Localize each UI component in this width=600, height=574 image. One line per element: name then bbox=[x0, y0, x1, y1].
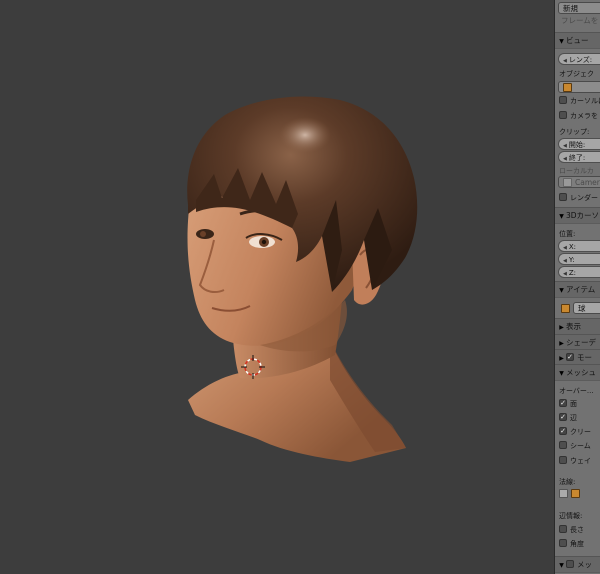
vertex-normal-icon[interactable] bbox=[559, 488, 568, 498]
properties-panel: 新規 フレームを ▼ビュー ◀レンズ: オブジェク カーソルに カメラを クリッ… bbox=[554, 0, 600, 574]
face-normal-icon[interactable] bbox=[571, 488, 580, 498]
checkbox-icon[interactable] bbox=[566, 560, 574, 568]
item-name-field[interactable]: 球 bbox=[573, 302, 600, 314]
expand-triangle-icon: ▼ bbox=[559, 213, 564, 220]
mesh-header-label: メッシュ bbox=[566, 368, 596, 377]
cursor-header-label: 3Dカーソ bbox=[566, 211, 600, 220]
item-name-label: 球 bbox=[578, 304, 586, 313]
clip-start-field[interactable]: ◀ 開始: bbox=[558, 138, 600, 150]
3d-viewport[interactable] bbox=[0, 0, 554, 574]
left-arrow-icon: ◀ bbox=[563, 245, 567, 251]
left-arrow-icon: ◀ bbox=[563, 156, 567, 162]
weight-checkbox[interactable]: ウェイ bbox=[559, 455, 591, 467]
view-section-header[interactable]: ▼ ビュー bbox=[555, 32, 600, 49]
object-cube-icon bbox=[561, 304, 570, 313]
motion-header-label: モー bbox=[577, 353, 592, 362]
head-model[interactable] bbox=[0, 0, 554, 574]
lock-camera-checkbox[interactable]: カメラを bbox=[559, 110, 598, 122]
weight-label: ウェイ bbox=[570, 457, 591, 465]
clip-label: クリップ: bbox=[559, 128, 590, 136]
faces-label: 面 bbox=[570, 400, 577, 408]
left-arrow-icon: ◀ bbox=[563, 58, 567, 64]
expand-triangle-icon: ▼ bbox=[559, 287, 564, 294]
cursor-x-field[interactable]: ◀ X: bbox=[558, 240, 600, 252]
overlay-label: オーバー... bbox=[559, 387, 594, 395]
checkbox-icon: ✓ bbox=[559, 413, 567, 421]
shading-header-label: シェーデ bbox=[566, 338, 596, 347]
checkbox-icon bbox=[559, 193, 567, 201]
expand-triangle-icon: ▼ bbox=[559, 38, 564, 45]
item-section-header[interactable]: ▼ アイテム bbox=[555, 281, 600, 298]
lens-label: レンズ: bbox=[568, 56, 593, 64]
mesh-analysis-section-header[interactable]: ▼ メッ bbox=[555, 556, 600, 573]
location-label: 位置: bbox=[559, 230, 576, 238]
crease-checkbox[interactable]: ✓ クリー bbox=[559, 426, 591, 438]
view-header-label: ビュー bbox=[566, 36, 589, 45]
lock-object-label: オブジェク bbox=[559, 70, 594, 78]
angle-checkbox[interactable]: 角度 bbox=[559, 538, 584, 550]
render-region-label: レンダー bbox=[570, 194, 598, 202]
cursor-z-field[interactable]: ◀ Z: bbox=[558, 266, 600, 278]
lock-camera-label: カメラを bbox=[570, 112, 598, 120]
edges-label: 辺 bbox=[570, 414, 577, 422]
checkbox-icon: ✓ bbox=[559, 427, 567, 435]
checkbox-icon bbox=[559, 441, 567, 449]
angle-label: 角度 bbox=[570, 540, 584, 548]
seams-checkbox[interactable]: シーム bbox=[559, 440, 591, 452]
clip-end-field[interactable]: ◀ 終了: bbox=[558, 151, 600, 163]
y-label: Y: bbox=[568, 256, 575, 264]
camera-field[interactable]: Camera bbox=[558, 176, 600, 188]
edges-checkbox[interactable]: ✓ 辺 bbox=[559, 412, 577, 424]
new-button[interactable]: 新規 bbox=[558, 2, 600, 14]
display-section-header[interactable]: ▶ 表示 bbox=[555, 318, 600, 335]
left-arrow-icon: ◀ bbox=[563, 271, 567, 277]
item-header-label: アイテム bbox=[566, 285, 596, 294]
z-label: Z: bbox=[568, 269, 577, 277]
normals-label: 法線: bbox=[559, 478, 576, 486]
mesh-display-section-header[interactable]: ▼ メッシュ bbox=[555, 364, 600, 381]
lock-cursor-checkbox[interactable]: カーソルに bbox=[559, 95, 600, 107]
frame-field[interactable]: フレームを bbox=[561, 15, 598, 27]
checkbox-icon bbox=[559, 111, 567, 119]
render-region-checkbox[interactable]: レンダー bbox=[559, 192, 598, 204]
expand-triangle-icon: ▼ bbox=[559, 562, 564, 569]
left-arrow-icon: ◀ bbox=[563, 143, 567, 149]
checkbox-icon bbox=[559, 96, 567, 104]
checkbox-icon bbox=[559, 525, 567, 533]
crease-label: クリー bbox=[570, 428, 591, 436]
x-label: X: bbox=[568, 243, 577, 251]
length-checkbox[interactable]: 長さ bbox=[559, 524, 584, 536]
expand-triangle-icon: ▼ bbox=[559, 370, 564, 377]
lock-cursor-label: カーソルに bbox=[570, 97, 600, 105]
normals-buttons bbox=[559, 488, 583, 500]
seams-label: シーム bbox=[570, 442, 591, 450]
checkbox-icon: ✓ bbox=[559, 399, 567, 407]
object-cube-icon bbox=[563, 82, 572, 92]
checkbox-icon bbox=[559, 456, 567, 464]
edge-info-label: 辺情報: bbox=[559, 512, 583, 520]
clip-start-label: 開始: bbox=[568, 141, 586, 149]
camera-field-label: Camera bbox=[575, 178, 600, 187]
lock-object-field[interactable] bbox=[558, 81, 600, 93]
cursor-y-field[interactable]: ◀ Y: bbox=[558, 253, 600, 265]
lens-field[interactable]: ◀ レンズ: bbox=[558, 53, 600, 65]
clip-end-label: 終了: bbox=[568, 154, 586, 162]
checkbox-icon bbox=[559, 539, 567, 547]
faces-checkbox[interactable]: ✓ 面 bbox=[559, 398, 577, 410]
display-header-label: 表示 bbox=[566, 322, 581, 331]
bottom-header-label: メッ bbox=[577, 560, 592, 569]
3d-cursor-section-header[interactable]: ▼ 3Dカーソ bbox=[555, 207, 600, 224]
checkbox-icon[interactable]: ✓ bbox=[566, 353, 574, 361]
left-arrow-icon: ◀ bbox=[563, 258, 567, 264]
collapse-triangle-icon: ▶ bbox=[559, 324, 564, 331]
camera-icon bbox=[563, 177, 572, 187]
length-label: 長さ bbox=[570, 526, 584, 534]
